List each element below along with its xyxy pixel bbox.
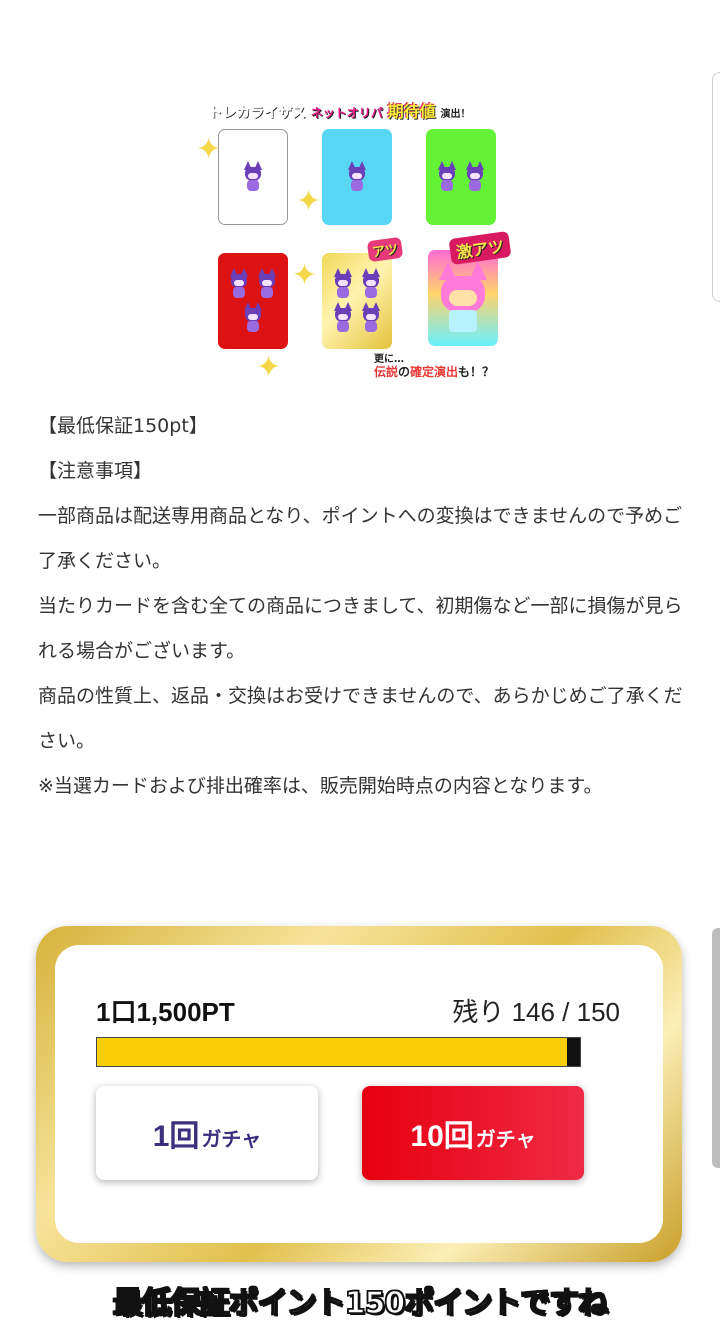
banner-footer-legend: 伝説 [374,365,399,379]
product-description: 【最低保証150pt】 【注意事項】 一部商品は配送専用商品となり、ポイントへの… [38,404,688,809]
banner-title-brand: トレカライザス [208,105,306,122]
fox-mascot-icon [435,161,459,193]
card-cyan [322,129,392,225]
page: { "banner": { "title_part1": "トレカライザス", … [0,0,720,1327]
video-caption: 最低保証ポイント150ポイントですね [112,1285,609,1322]
card-gold [322,253,392,349]
banner-footer-mo: も！？ [458,365,495,379]
promo-banner: トレカライザス ネットオリパ 期待値 演出！ ✦ ✦ ✦ ✦ アツ 激アツ 更に… [196,95,526,387]
callout-super-hot: 激アツ [448,230,512,266]
scrollbar-thumb[interactable] [712,928,720,1168]
draw-one-button[interactable]: 1回 ガチャ [96,1086,318,1180]
fox-mascot-icon [255,268,279,300]
banner-footer-no: の [398,365,411,379]
banner-title: トレカライザス ネットオリパ 期待値 演出！ [208,97,528,127]
notice-item: 当たりカードを含む全ての商品につきまして、初期傷など一部に損傷が見られる場合がご… [38,595,683,662]
card-green [426,129,496,225]
remaining-progress-bar [96,1037,581,1067]
draw-ten-button[interactable]: 10回 ガチャ [362,1086,584,1180]
draw-ten-label: ガチャ [475,1128,536,1151]
min-guarantee-note: 【最低保証150pt】 [38,415,208,437]
fox-mascot-icon [345,161,369,193]
banner-title-online: ネットオリパ [310,106,383,120]
notice-heading: 【注意事項】 [38,460,153,482]
fox-mascot-icon [241,161,265,193]
callout-hot: アツ [366,236,404,263]
draw-one-label: ガチャ [201,1128,262,1151]
banner-title-expectation: 期待値 [387,102,436,121]
banner-title-effect: 演出！ [440,109,471,120]
card-white [218,129,288,225]
card-red [218,253,288,349]
remaining-count: 残り 146 / 150 [452,997,620,1027]
fox-mascot-icon [241,302,265,334]
draw-ten-count: 10回 [410,1120,474,1153]
card-rainbow [428,250,498,346]
banner-footer-confirmed: 確定演出 [410,365,459,379]
scrollbar-track-top[interactable] [712,72,720,302]
fox-mascot-icon [433,262,493,334]
fox-mascot-icon [227,268,251,300]
fox-mascot-icon [463,161,487,193]
notice-item: 商品の性質上、返品・交換はお受けできませんので、あらかじめご了承ください。 [38,685,683,752]
notice-item: ※当選カードおよび排出確率は、販売開始時点の内容となります。 [38,775,603,797]
banner-footer-note: 更に… 伝説の確定演出も！？ [374,353,524,379]
fox-mascot-icon [359,268,383,300]
notice-item: 一部商品は配送専用商品となり、ポイントへの変換はできませんので予めご了承ください… [38,505,683,572]
price-per-draw: 1口1,500PT [96,997,235,1027]
draw-one-count: 1回 [152,1120,200,1153]
fox-mascot-icon [359,302,383,334]
purchase-panel: 1口1,500PT 残り 146 / 150 1回 ガチャ 10回 ガチャ [36,926,682,1262]
remaining-progress-fill [97,1038,568,1066]
fox-mascot-icon [331,268,355,300]
fox-mascot-icon [331,302,355,334]
